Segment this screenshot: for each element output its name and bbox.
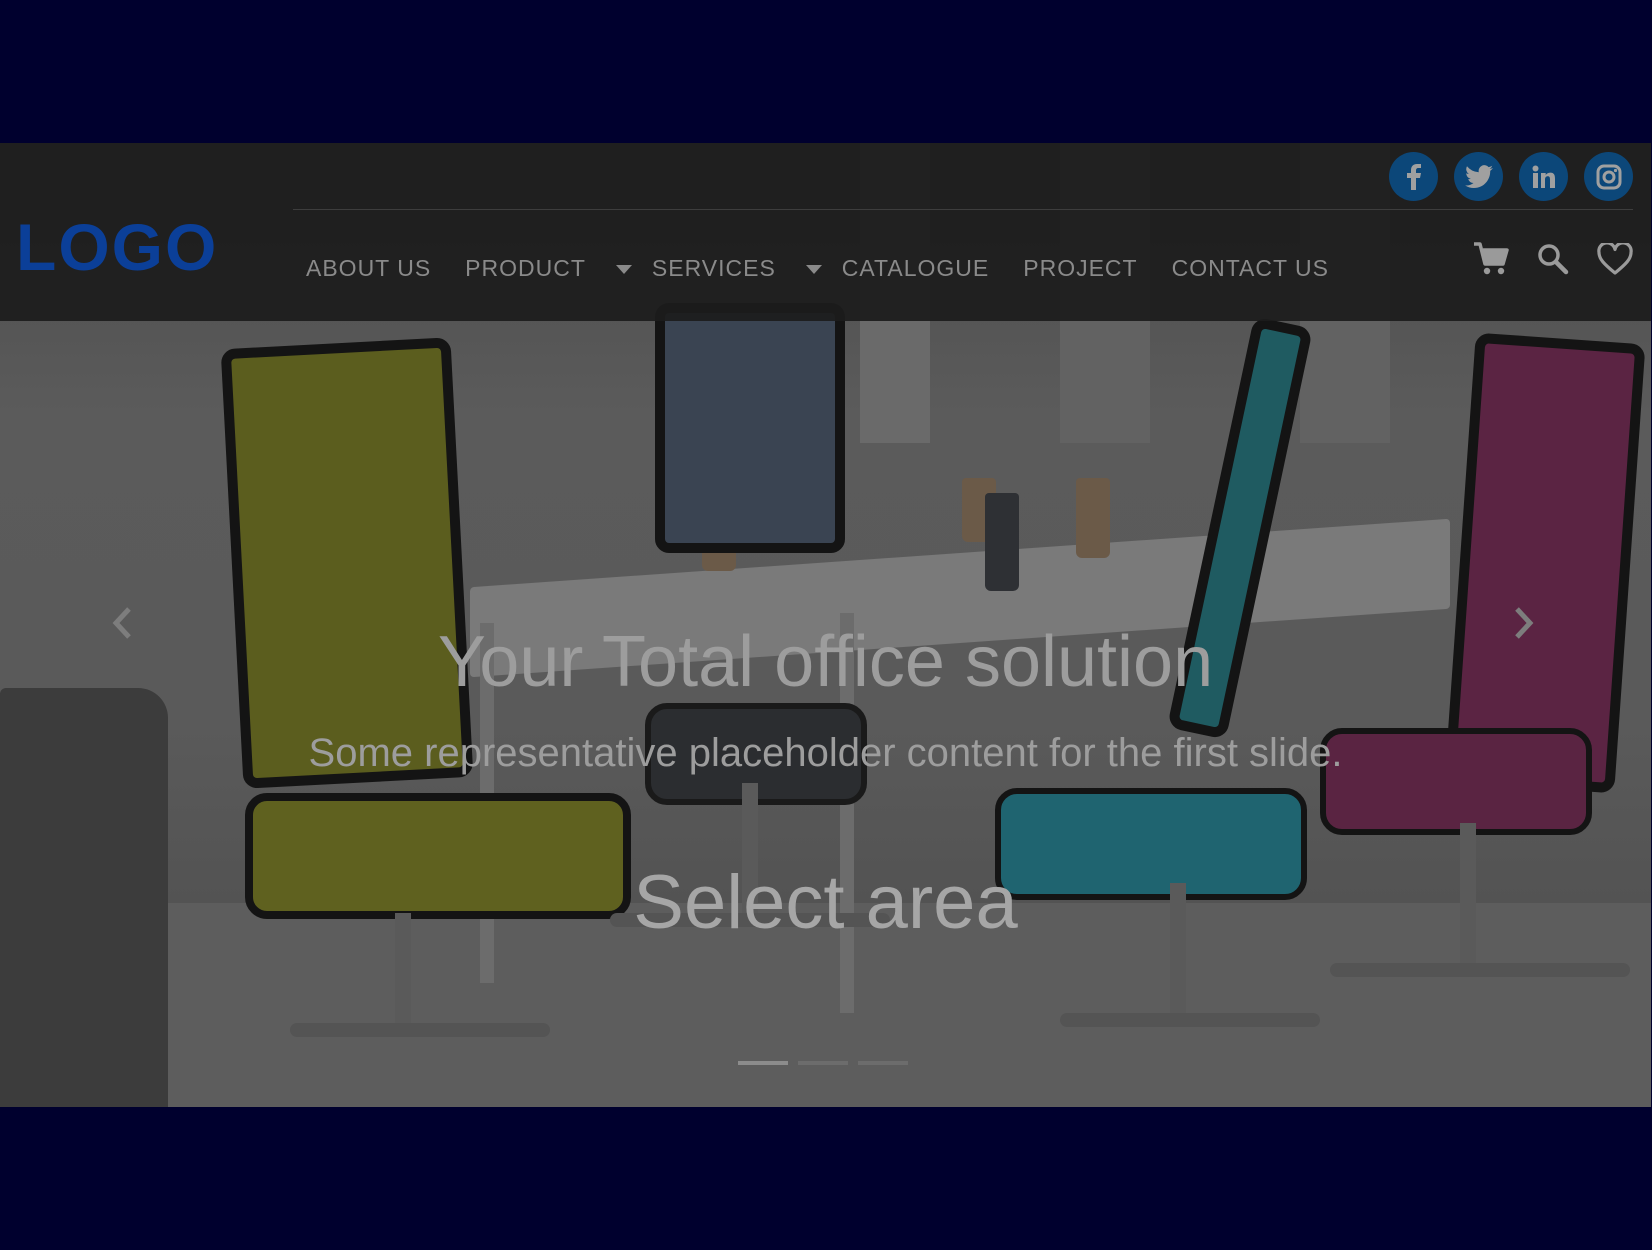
carousel-indicators xyxy=(738,1061,908,1065)
select-area-button[interactable]: Select area xyxy=(0,859,1651,946)
header-divider xyxy=(293,209,1633,210)
heart-icon[interactable] xyxy=(1597,243,1633,275)
hero-title: Your Total office solution xyxy=(437,622,1214,702)
cart-icon[interactable] xyxy=(1473,242,1509,276)
site-logo[interactable]: LOGO xyxy=(16,209,218,285)
site-header: LOGO ABOUT US PRODUCT SERVICES CATALOGUE xyxy=(0,143,1651,321)
nav-catalogue[interactable]: CATALOGUE xyxy=(842,255,989,282)
services-chevron-down-icon[interactable] xyxy=(805,265,822,275)
carousel-indicator-1[interactable] xyxy=(738,1061,788,1065)
nav-services[interactable]: SERVICES xyxy=(652,255,842,282)
nav-project[interactable]: PROJECT xyxy=(1023,255,1137,282)
social-links xyxy=(1389,152,1633,201)
main-menu: ABOUT US PRODUCT SERVICES CATALOGUE PROJ… xyxy=(306,255,1329,282)
hero-subtitle: Some representative placeholder content … xyxy=(308,731,1343,775)
search-icon[interactable] xyxy=(1537,243,1569,275)
instagram-icon[interactable] xyxy=(1584,152,1633,201)
nav-contact-us[interactable]: CONTACT US xyxy=(1172,255,1329,282)
nav-services-label: SERVICES xyxy=(651,255,776,281)
nav-product[interactable]: PRODUCT xyxy=(465,255,652,282)
nav-about-us[interactable]: ABOUT US xyxy=(306,255,431,282)
nav-about-us-label: ABOUT US xyxy=(306,255,432,281)
twitter-icon[interactable] xyxy=(1454,152,1503,201)
carousel-indicator-2[interactable] xyxy=(798,1061,848,1065)
facebook-icon[interactable] xyxy=(1389,152,1438,201)
carousel-indicator-3[interactable] xyxy=(858,1061,908,1065)
product-chevron-down-icon[interactable] xyxy=(615,265,632,275)
nav-product-label: PRODUCT xyxy=(465,255,586,281)
website-viewport: LOGO ABOUT US PRODUCT SERVICES CATALOGUE xyxy=(0,143,1651,1107)
linkedin-icon[interactable] xyxy=(1519,152,1568,201)
nav-catalogue-label: CATALOGUE xyxy=(841,255,990,281)
header-tools xyxy=(1473,242,1633,276)
nav-contact-us-label: CONTACT US xyxy=(1171,255,1329,281)
nav-project-label: PROJECT xyxy=(1023,255,1138,281)
